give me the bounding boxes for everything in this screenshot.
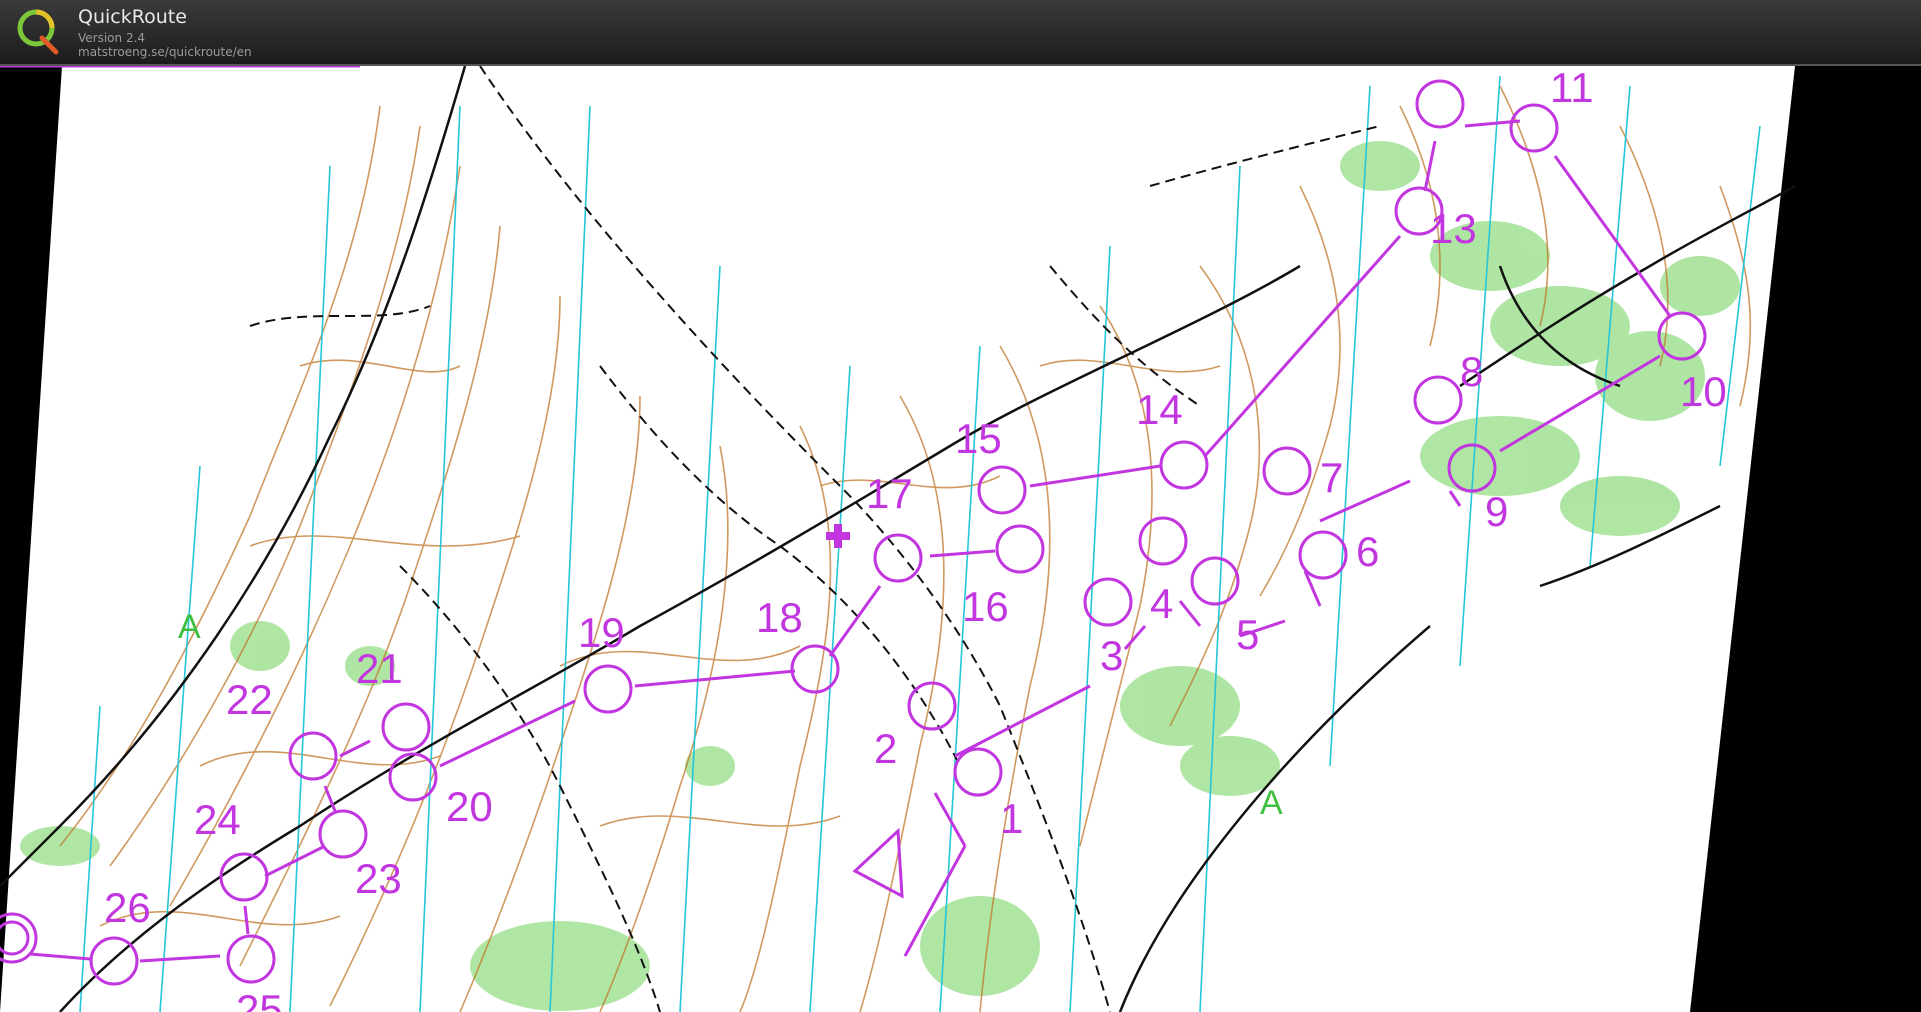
title-bar: QuickRoute Version 2.4 matstroeng.se/qui… [0,0,1921,66]
control-number-11: 11 [1550,66,1594,111]
control-number-7: 7 [1320,454,1343,501]
map-symbol-a-east: A [1260,784,1283,822]
control-number-22: 22 [226,676,273,723]
control-number-15: 15 [955,415,1002,462]
app-version: Version 2.4 [78,31,146,45]
control-number-14: 14 [1136,386,1183,433]
control-number-8: 8 [1460,348,1483,395]
orienteering-map[interactable]: 1 2 3 4 5 6 7 8 9 10 11 13 14 15 16 17 1… [0,66,1921,1012]
control-number-16: 16 [962,583,1009,630]
map-symbol-a-west: A [178,608,201,646]
control-number-4: 4 [1150,580,1173,627]
map-viewport[interactable]: 1 2 3 4 5 6 7 8 9 10 11 13 14 15 16 17 1… [0,66,1921,1012]
control-number-25: 25 [236,986,283,1012]
control-number-5: 5 [1236,611,1259,658]
control-number-1: 1 [1000,795,1023,842]
app-title: QuickRoute [78,6,187,28]
app-url[interactable]: matstroeng.se/quickroute/en [78,45,252,59]
control-number-21: 21 [356,645,403,692]
control-number-20: 20 [446,783,493,830]
control-number-10: 10 [1680,368,1727,415]
map-paper [0,66,1795,1012]
control-number-13: 13 [1430,205,1477,252]
control-number-9: 9 [1485,488,1508,535]
control-number-19: 19 [578,609,625,656]
control-number-2: 2 [874,725,897,772]
control-number-23: 23 [355,855,402,902]
control-number-17: 17 [866,470,913,517]
control-number-24: 24 [194,796,241,843]
quickroute-logo-icon [17,9,59,55]
control-number-26: 26 [104,884,151,931]
control-number-3: 3 [1100,632,1123,679]
control-number-6: 6 [1356,528,1379,575]
control-number-18: 18 [756,594,803,641]
